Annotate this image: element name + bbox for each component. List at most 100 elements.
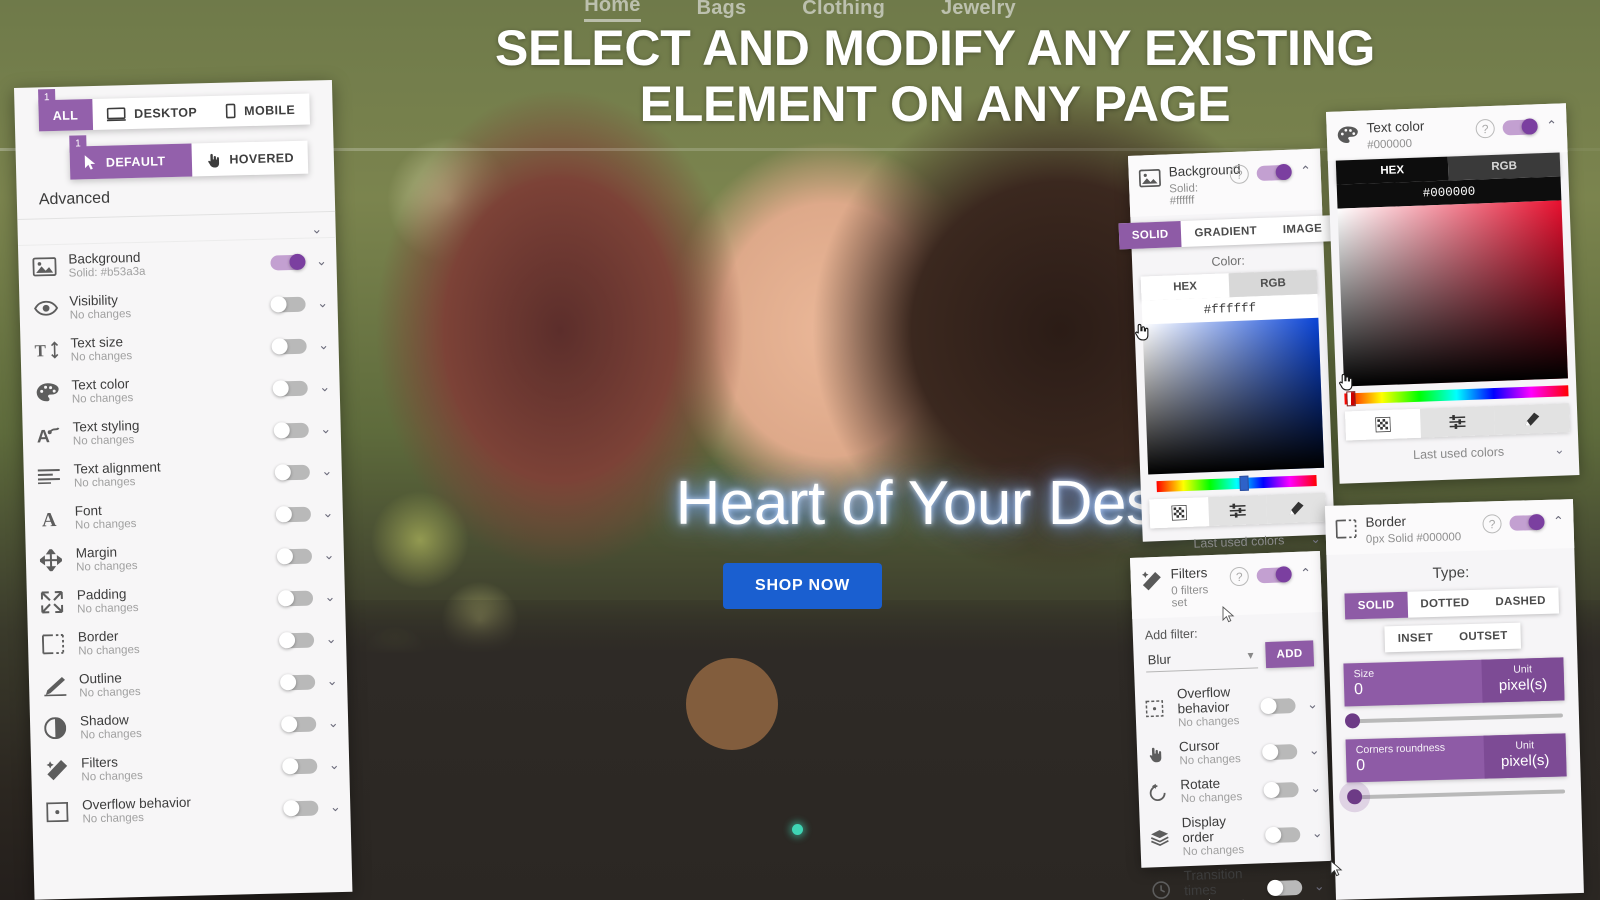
- eyedropper-icon[interactable]: [1266, 492, 1327, 524]
- corners-roundness-field[interactable]: Corners roundness 0 Unit pixel(s): [1345, 733, 1567, 783]
- filters-enable-toggle[interactable]: [1256, 566, 1292, 584]
- property-row-overflow-behavior[interactable]: Overflow behavior No changes ⌄: [1135, 676, 1327, 736]
- checker-icon[interactable]: [1344, 408, 1421, 441]
- background-enable-toggle[interactable]: [1256, 163, 1293, 182]
- hue-slider-thumb[interactable]: [1346, 390, 1357, 407]
- chevron-down-icon[interactable]: ⌄: [1307, 742, 1322, 759]
- eyedropper-icon[interactable]: [1494, 403, 1570, 435]
- add-filter-row[interactable]: Blur ▼ ADD: [1133, 640, 1324, 673]
- device-tabs[interactable]: ALL DESKTOP MOBILE: [38, 93, 310, 132]
- border-enable-toggle[interactable]: [1509, 513, 1545, 531]
- property-toggle[interactable]: [275, 506, 312, 523]
- border-type-dotted[interactable]: DOTTED: [1407, 590, 1483, 618]
- hue-slider-thumb[interactable]: [1239, 475, 1250, 491]
- state-tabs[interactable]: DEFAULT HOVERED: [69, 140, 309, 180]
- chevron-down-icon[interactable]: ⌄: [317, 379, 331, 395]
- color-mode-hex[interactable]: HEX: [1335, 156, 1449, 185]
- property-toggle[interactable]: [1263, 781, 1299, 799]
- help-icon[interactable]: ?: [1482, 514, 1502, 534]
- hue-slider[interactable]: [1344, 385, 1569, 407]
- chevron-down-icon[interactable]: ⌄: [324, 631, 338, 647]
- border-type-inset[interactable]: INSET: [1384, 625, 1446, 653]
- fill-type-gradient[interactable]: GRADIENT: [1181, 217, 1270, 246]
- background-color-picker[interactable]: HEX RGB #ffffff: [1133, 269, 1335, 529]
- state-tab-hovered[interactable]: HOVERED: [191, 141, 308, 177]
- text-color-enable-toggle[interactable]: [1502, 118, 1538, 136]
- border-size-input[interactable]: Size 0: [1343, 660, 1482, 707]
- background-color-panel[interactable]: Background Solid: #ffffff ? ⌃ SOLID GRAD…: [1118, 148, 1336, 551]
- property-toggle[interactable]: [1261, 743, 1298, 761]
- saturation-value-area[interactable]: [1337, 200, 1568, 387]
- property-row-overflow-behavior[interactable]: Overflow behavior No changes ⌄: [32, 784, 351, 834]
- border-type-tabs-secondary[interactable]: INSET OUTSET: [1384, 622, 1521, 653]
- checker-icon[interactable]: [1149, 497, 1209, 529]
- color-mode-hex[interactable]: HEX: [1140, 273, 1230, 301]
- chevron-down-icon[interactable]: ⌄: [1310, 531, 1321, 546]
- nav-link-bags[interactable]: Bags: [697, 0, 747, 22]
- shop-now-button[interactable]: SHOP NOW: [723, 563, 882, 609]
- sliders-icon[interactable]: [1419, 405, 1496, 438]
- border-size-unit-select[interactable]: Unit pixel(s): [1481, 657, 1565, 703]
- chevron-down-icon[interactable]: ⌄: [315, 295, 329, 311]
- advanced-properties-sidebar[interactable]: 1 ALL DESKTOP MOBILE 1 DEFAULT HOVERED A…: [14, 79, 353, 900]
- nav-link-clothing[interactable]: Clothing: [802, 0, 885, 22]
- fill-type-image[interactable]: IMAGE: [1269, 215, 1335, 243]
- device-tab-desktop[interactable]: DESKTOP: [92, 96, 212, 130]
- help-icon[interactable]: ?: [1475, 118, 1496, 139]
- chevron-up-icon[interactable]: ⌃: [1544, 117, 1559, 134]
- property-toggle[interactable]: [1264, 827, 1301, 844]
- chevron-down-icon[interactable]: ⌄: [322, 547, 336, 563]
- help-icon[interactable]: ?: [1229, 566, 1250, 587]
- property-toggle[interactable]: [273, 422, 309, 439]
- border-type-dashed[interactable]: DASHED: [1482, 587, 1559, 615]
- sliders-icon[interactable]: [1207, 494, 1268, 527]
- property-toggle[interactable]: [277, 590, 314, 607]
- property-toggle[interactable]: [270, 296, 306, 313]
- hue-slider[interactable]: [1156, 474, 1317, 493]
- color-mode-rgb[interactable]: RGB: [1447, 152, 1561, 181]
- chevron-down-icon[interactable]: ⌄: [320, 463, 334, 479]
- corners-roundness-slider-thumb[interactable]: [1346, 788, 1363, 805]
- chevron-down-icon[interactable]: ⌄: [323, 589, 337, 605]
- chevron-down-icon[interactable]: ⌄: [1305, 697, 1320, 714]
- help-icon[interactable]: ?: [1229, 164, 1250, 185]
- chevron-down-icon[interactable]: ⌄: [1554, 442, 1565, 457]
- property-toggle[interactable]: [276, 548, 313, 565]
- property-toggle[interactable]: [272, 380, 308, 397]
- property-toggle[interactable]: [270, 253, 306, 271]
- chevron-down-icon[interactable]: ⌄: [327, 757, 341, 773]
- nav-link-home[interactable]: Home: [584, 0, 641, 22]
- fill-type-solid[interactable]: SOLID: [1118, 220, 1183, 250]
- chevron-down-icon[interactable]: ⌄: [1310, 825, 1325, 842]
- add-filter-button[interactable]: ADD: [1265, 640, 1315, 668]
- chevron-down-icon[interactable]: ⌄: [328, 799, 342, 815]
- text-color-panel[interactable]: Text color #000000 ? ⌃ HEX RGB #000000 L…: [1326, 103, 1580, 484]
- corners-roundness-input[interactable]: Corners roundness 0: [1346, 736, 1485, 783]
- property-toggle[interactable]: [271, 338, 307, 355]
- chevron-down-icon[interactable]: ⌄: [325, 673, 339, 689]
- chevron-down-icon[interactable]: ⌄: [309, 221, 323, 237]
- device-tab-mobile[interactable]: MOBILE: [211, 94, 310, 127]
- property-toggle[interactable]: [283, 800, 319, 817]
- chevron-down-icon[interactable]: ⌄: [319, 421, 333, 437]
- property-toggle[interactable]: [278, 632, 315, 649]
- border-type-outset[interactable]: OUTSET: [1446, 622, 1521, 650]
- state-tab-default[interactable]: DEFAULT: [69, 143, 192, 180]
- chevron-up-icon[interactable]: ⌃: [1551, 513, 1565, 529]
- property-toggle[interactable]: [280, 716, 317, 733]
- color-mode-rgb[interactable]: RGB: [1228, 269, 1318, 298]
- chevron-down-icon[interactable]: ⌄: [314, 253, 328, 269]
- property-toggle[interactable]: [1266, 879, 1303, 897]
- chevron-down-icon[interactable]: ⌄: [316, 337, 330, 353]
- property-toggle[interactable]: [279, 674, 316, 691]
- corners-roundness-slider[interactable]: [1346, 788, 1566, 805]
- chevron-down-icon[interactable]: ⌄: [1312, 878, 1327, 895]
- chevron-up-icon[interactable]: ⌃: [1298, 163, 1313, 180]
- saturation-value-area[interactable]: [1142, 317, 1325, 475]
- border-type-tabs[interactable]: SOLID DOTTED DASHED: [1344, 587, 1560, 620]
- property-toggle[interactable]: [282, 758, 318, 775]
- chevron-down-icon[interactable]: ▼: [1245, 650, 1255, 661]
- border-panel[interactable]: Border 0px Solid #000000 ? ⌃ Type: SOLID…: [1325, 499, 1584, 900]
- chevron-down-icon[interactable]: ⌄: [321, 505, 335, 521]
- filter-type-select[interactable]: Blur ▼: [1145, 646, 1259, 673]
